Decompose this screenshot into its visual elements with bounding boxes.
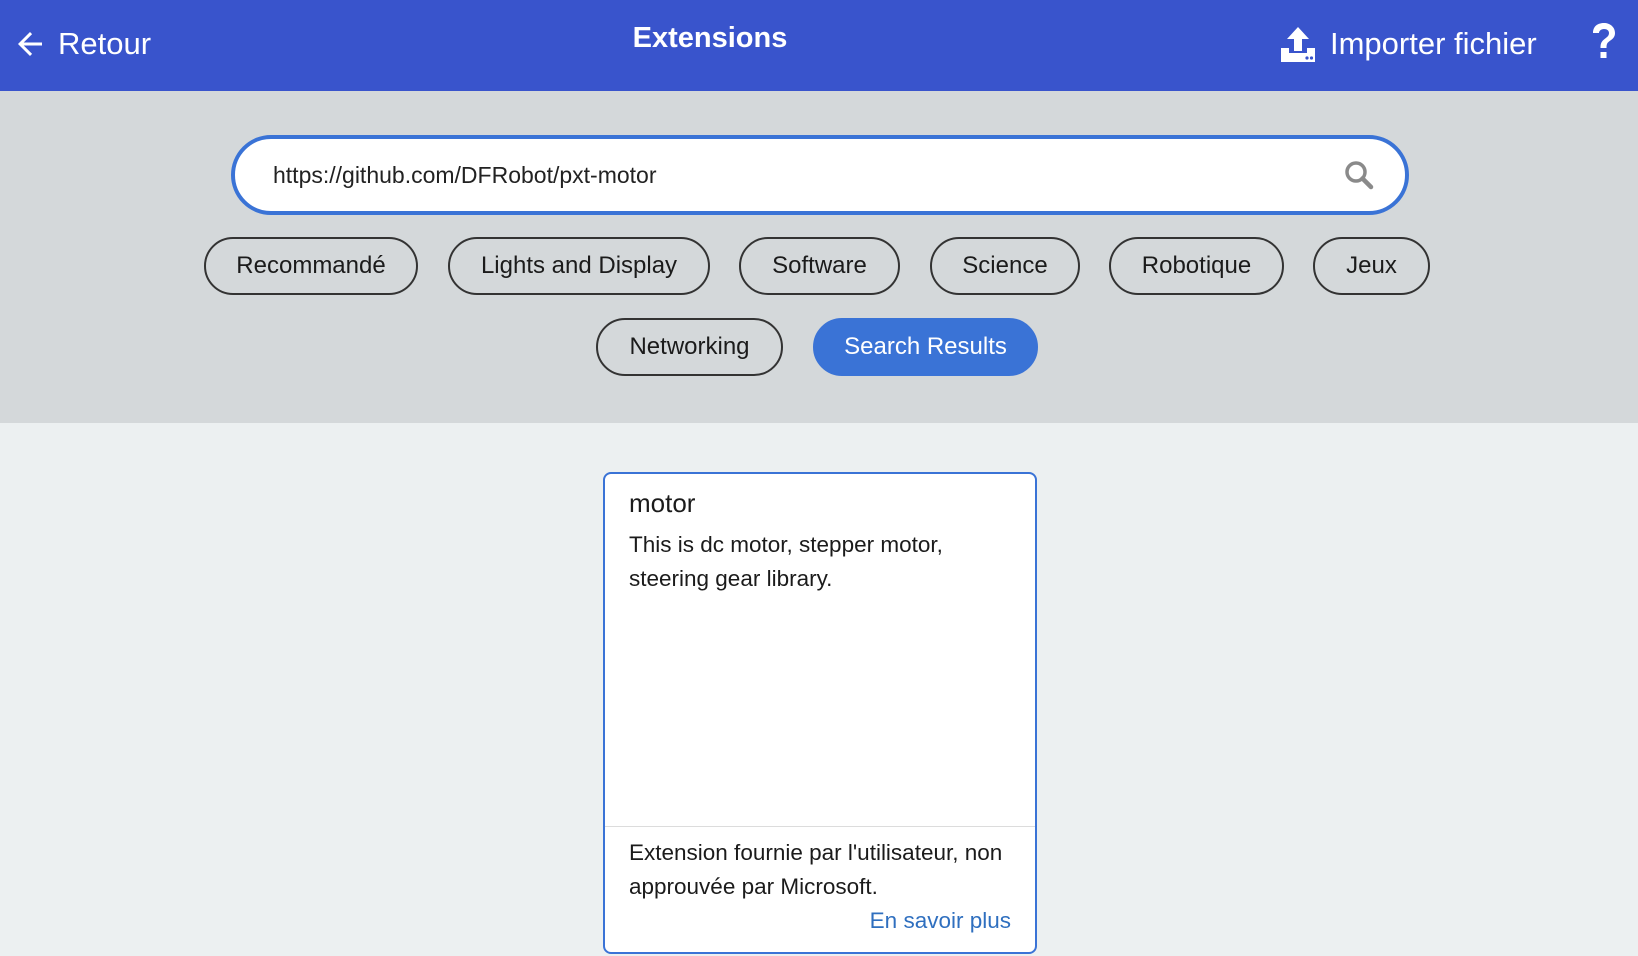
extension-title: motor	[629, 488, 696, 518]
question-mark-icon	[1593, 23, 1615, 58]
search-icon[interactable]	[1343, 159, 1375, 191]
arrow-left-icon	[18, 32, 42, 56]
extension-card[interactable]: motor This is dc motor, stepper motor, s…	[603, 472, 1037, 954]
category-software[interactable]: Software	[739, 237, 900, 295]
category-robotics[interactable]: Robotique	[1109, 237, 1284, 295]
extension-warning: Extension fournie par l'utilisateur, non…	[629, 840, 1003, 899]
help-button[interactable]	[1586, 16, 1622, 68]
search-box[interactable]	[231, 135, 1409, 215]
back-button[interactable]: Retour	[12, 20, 151, 68]
search-panel: Recommandé Lights and Display Software S…	[0, 91, 1638, 423]
back-label: Retour	[58, 26, 152, 61]
learn-more-link[interactable]: En savoir plus	[870, 908, 1011, 934]
category-search-results[interactable]: Search Results	[813, 318, 1038, 376]
import-file-button[interactable]: Importer fichier	[1278, 20, 1537, 68]
upload-icon	[1281, 27, 1315, 62]
category-games[interactable]: Jeux	[1313, 237, 1430, 295]
card-divider	[605, 826, 1035, 827]
category-lights-and-display[interactable]: Lights and Display	[448, 237, 710, 295]
category-networking[interactable]: Networking	[596, 318, 783, 376]
import-file-label: Importer fichier	[1330, 26, 1537, 61]
search-input[interactable]	[273, 161, 1343, 189]
page-title: Extensions	[632, 22, 788, 54]
category-recommended[interactable]: Recommandé	[204, 237, 418, 295]
category-science[interactable]: Science	[930, 237, 1080, 295]
top-bar: Retour Extensions Importer fichier	[0, 0, 1638, 91]
extension-description: This is dc motor, stepper motor, steerin…	[629, 532, 943, 591]
